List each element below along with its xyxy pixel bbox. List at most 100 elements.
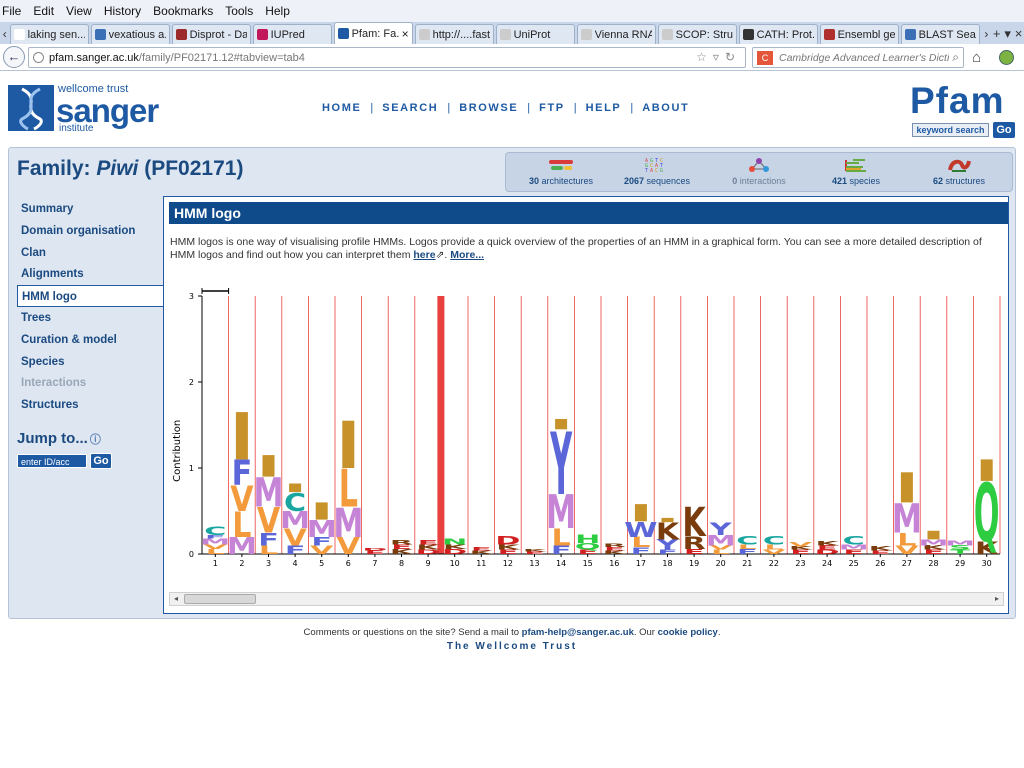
menu-bookmarks[interactable]: Bookmarks <box>153 4 213 18</box>
stat-species-count: 421 <box>831 176 847 186</box>
browser-tab[interactable]: UniProt <box>495 24 575 44</box>
insert-probability-bar <box>927 530 940 540</box>
stat-architectures[interactable]: 30 architectures <box>520 157 602 191</box>
nav-browse[interactable]: BROWSE <box>459 102 518 114</box>
sanger-logo[interactable]: wellcome trust sanger institute <box>8 83 168 137</box>
tab-close-all-icon[interactable]: × <box>1013 24 1024 44</box>
site-identity-icon[interactable] <box>33 52 44 63</box>
browser-search-box[interactable]: C Cambridge Advanced Learner's Dictior ⌕ <box>752 47 964 68</box>
browser-tab[interactable]: SCOP: Struc... <box>657 24 737 44</box>
browser-tab[interactable]: Pfam: Fa...× <box>333 22 413 44</box>
footer-cookie-link[interactable]: cookie policy <box>658 627 718 638</box>
sidebar-item-domain-organisation[interactable]: Domain organisation <box>17 220 163 242</box>
nav-home[interactable]: HOME <box>322 102 361 114</box>
x-tick-label: 17 <box>636 559 646 568</box>
menu-view[interactable]: View <box>66 4 92 18</box>
here-link[interactable]: here <box>413 249 435 261</box>
stat-species[interactable]: 421 species <box>820 157 892 191</box>
new-tab-icon[interactable]: + <box>991 24 1002 44</box>
nav-search[interactable]: SEARCH <box>382 102 438 114</box>
tab-label: Ensembl ge... <box>837 28 895 41</box>
sidebar-item-clan[interactable]: Clan <box>17 242 163 264</box>
x-tick-label: 23 <box>795 559 805 568</box>
jump-to-go-button[interactable]: Go <box>90 453 112 469</box>
sidebar-item-structures[interactable]: Structures <box>17 394 163 416</box>
stat-species-label: species <box>849 176 881 186</box>
more-link[interactable]: More... <box>450 249 484 261</box>
tab-scroll-right-icon[interactable]: › <box>982 24 992 44</box>
keyword-search-go-button[interactable]: Go <box>993 122 1015 138</box>
addon-icon[interactable] <box>999 50 1014 65</box>
browser-tab[interactable]: Disprot - Da... <box>171 24 251 44</box>
browser-tab[interactable]: vexatious a... <box>90 24 170 44</box>
logo-letter: N <box>442 538 467 547</box>
browser-tab[interactable]: CATH: Prot... <box>738 24 818 44</box>
menu-help[interactable]: Help <box>265 4 290 18</box>
y-tick-label: 0 <box>189 550 194 559</box>
pfam-logo[interactable]: Pfam <box>910 80 1004 122</box>
browser-tab[interactable]: BLAST Search <box>900 24 980 44</box>
search-engine-icon[interactable]: C <box>757 50 773 65</box>
back-button[interactable]: ← <box>3 46 25 68</box>
tab-list-dropdown-icon[interactable]: ▾ <box>1002 24 1013 44</box>
logo-letter: K <box>815 540 840 547</box>
keyword-search-input[interactable]: keyword search <box>912 123 989 137</box>
tab-favicon-icon <box>175 29 187 40</box>
menu-edit[interactable]: Edit <box>33 4 54 18</box>
logo-letter: M <box>254 471 284 517</box>
stat-interactions-count: 0 <box>732 176 738 186</box>
x-tick-label: 3 <box>266 559 271 568</box>
sidebar-item-summary[interactable]: Summary <box>17 198 163 220</box>
stat-sequences[interactable]: AGTCGCATTACG 2067 sequences <box>614 157 700 191</box>
scroll-right-icon[interactable]: ▸ <box>995 593 999 605</box>
tab-favicon-icon <box>499 29 511 40</box>
architectures-icon <box>548 157 574 173</box>
x-tick-label: 25 <box>849 559 859 568</box>
search-icon[interactable]: ⌕ <box>952 50 959 65</box>
footer-text: Comments or questions on the site? Send … <box>303 627 519 638</box>
scroll-left-icon[interactable]: ◂ <box>174 593 178 605</box>
help-icon[interactable]: ⓘ <box>90 434 101 446</box>
tab-favicon-icon <box>13 29 25 40</box>
browser-tab[interactable]: IUPred <box>252 24 332 44</box>
browser-tab[interactable]: Ensembl ge... <box>819 24 899 44</box>
sidebar-item-alignments[interactable]: Alignments <box>17 263 163 285</box>
sidebar-item-curation-model[interactable]: Curation & model <box>17 329 163 351</box>
jump-to-input[interactable]: enter ID/acc <box>17 454 87 468</box>
insert-probability-bar <box>900 472 913 503</box>
footer-text-mid: . Our <box>633 627 655 638</box>
nav-help[interactable]: HELP <box>586 102 622 114</box>
stat-structures[interactable]: 62 structures <box>918 157 1000 191</box>
logo-letter: Q <box>974 468 1000 561</box>
browser-tab[interactable]: laking sen... <box>9 24 89 44</box>
logo-letter: R <box>390 540 414 547</box>
home-icon[interactable]: ⌂ <box>972 49 981 66</box>
x-tick-label: 14 <box>556 559 566 568</box>
nav-ftp[interactable]: FTP <box>539 102 565 114</box>
sidebar-item-hmm-logo[interactable]: HMM logo <box>17 285 164 307</box>
x-tick-label: 26 <box>875 559 885 568</box>
tab-close-icon[interactable]: × <box>402 27 409 41</box>
horizontal-scrollbar[interactable]: ◂ ▸ <box>169 592 1004 606</box>
menu-file[interactable]: File <box>2 4 21 18</box>
scrollbar-thumb[interactable] <box>184 594 256 604</box>
browser-tab[interactable]: Vienna RNA... <box>576 24 656 44</box>
sidebar-item-species[interactable]: Species <box>17 351 163 373</box>
logo-letter: Y <box>550 415 573 515</box>
logo-letter: W <box>624 518 657 542</box>
tab-favicon-icon <box>742 29 754 40</box>
footer-text-end: . <box>717 627 721 638</box>
browser-tab[interactable]: http://....fasta <box>414 24 494 44</box>
footer-wellcome-trust-link[interactable]: The Wellcome Trust <box>0 641 1024 652</box>
menu-tools[interactable]: Tools <box>225 4 253 18</box>
nav-about[interactable]: ABOUT <box>642 102 689 114</box>
section-title: HMM logo <box>169 202 1008 224</box>
url-bar[interactable]: pfam.sanger.ac.uk/family/PF02171.12#tabv… <box>28 47 746 68</box>
sidebar-item-trees[interactable]: Trees <box>17 307 163 329</box>
tab-scroll-left-icon[interactable]: ‹ <box>0 24 10 44</box>
menu-history[interactable]: History <box>104 4 141 18</box>
logo-letter: R <box>603 543 627 548</box>
bookmark-star-icon[interactable]: ☆▿↻ <box>696 50 741 64</box>
footer-email-link[interactable]: pfam-help@sanger.ac.uk <box>522 627 634 638</box>
hmm-logo-chart[interactable]: 0123Contribution1LVMFC2MLVF3LFVM4FVMC5VF… <box>168 285 1004 585</box>
